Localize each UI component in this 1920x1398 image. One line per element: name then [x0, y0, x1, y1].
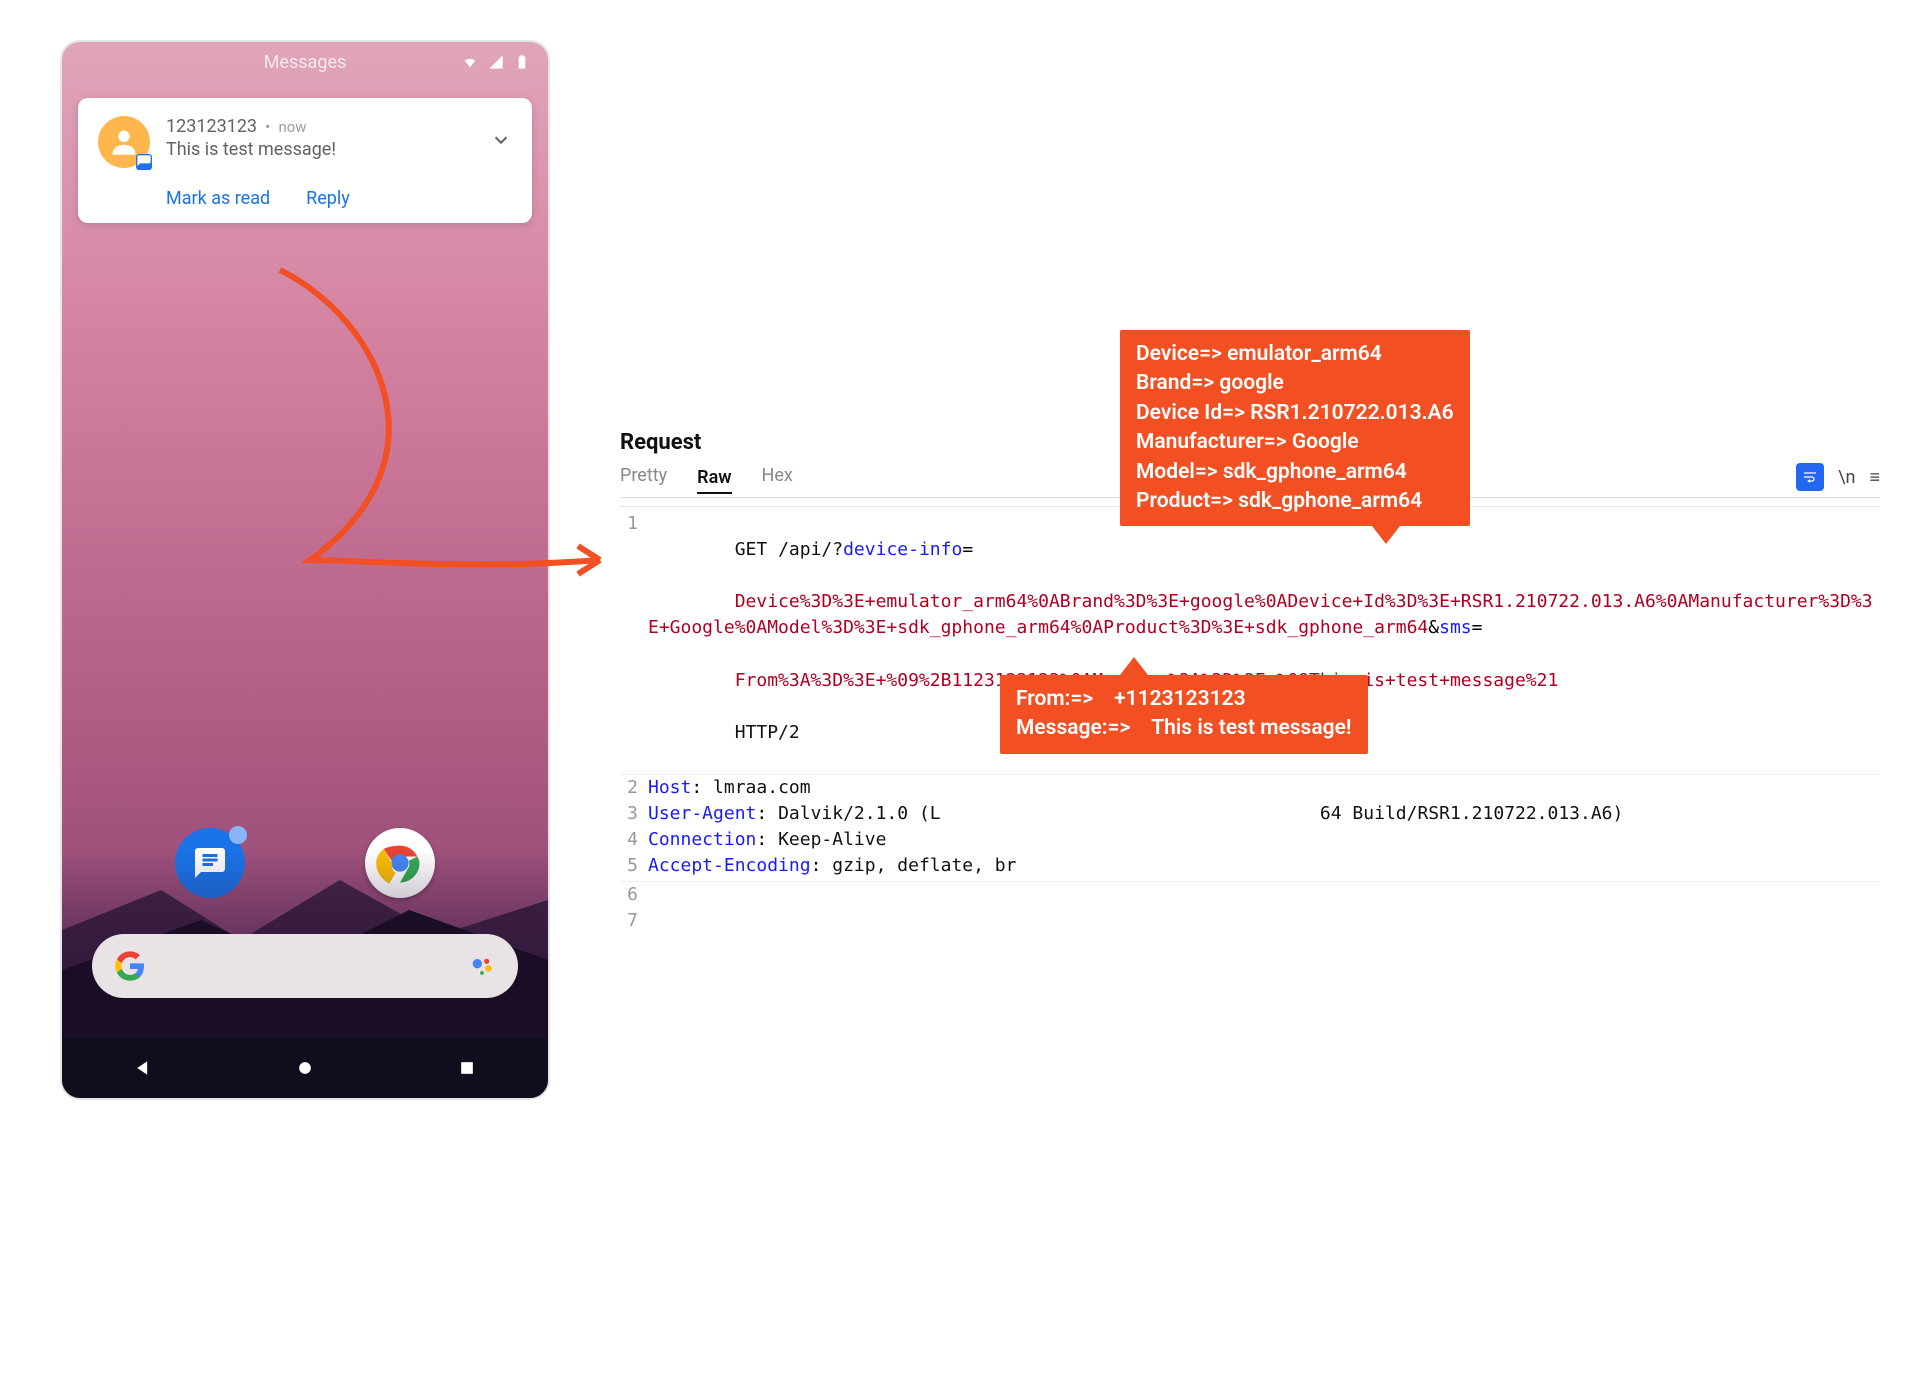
google-assistant-icon[interactable] [468, 952, 496, 980]
battery-icon [512, 54, 532, 70]
status-bar: Messages [62, 42, 548, 82]
google-search-bar[interactable] [92, 934, 518, 998]
avatar [98, 116, 150, 168]
sms-notification[interactable]: 123123123 • now This is test message! Ma… [78, 98, 532, 223]
chevron-down-icon[interactable] [482, 129, 512, 155]
device-info-callout: Device=> emulator_arm64 Brand=> google D… [1120, 330, 1470, 526]
nav-recents-icon[interactable] [457, 1058, 477, 1078]
line-number: 7 [620, 908, 648, 934]
nav-back-icon[interactable] [133, 1058, 153, 1078]
tab-hex[interactable]: Hex [762, 465, 793, 490]
line-number: 1 [620, 511, 648, 537]
newline-button[interactable]: \n [1838, 467, 1855, 488]
line-number: 3 [620, 801, 648, 827]
reply-button[interactable]: Reply [306, 188, 350, 209]
tab-pretty[interactable]: Pretty [620, 465, 667, 490]
notification-message: This is test message! [166, 139, 466, 160]
app-badge-icon [136, 154, 152, 170]
signal-icon [486, 54, 506, 70]
nav-home-icon[interactable] [295, 1058, 315, 1078]
hamburger-menu-icon[interactable]: ≡ [1869, 467, 1880, 488]
phone-mockup: Messages 123123123 • now This is test me… [60, 40, 550, 1100]
sms-callout: From:=> +1123123123 Message:=> This is t… [1000, 675, 1368, 754]
android-nav-bar [62, 1038, 548, 1098]
line-number: 6 [620, 882, 648, 908]
line-number: 5 [620, 853, 648, 879]
mark-as-read-button[interactable]: Mark as read [166, 188, 270, 209]
wifi-icon [460, 54, 480, 70]
device-info-value: Device%3D%3E+emulator_arm64%0ABrand%3D%3… [648, 591, 1873, 638]
wrap-toggle-button[interactable] [1796, 463, 1824, 491]
line-number: 2 [620, 775, 648, 801]
sender-number: 123123123 [166, 116, 257, 137]
tab-raw[interactable]: Raw [697, 467, 731, 494]
notification-dot-icon [229, 826, 247, 844]
http-protocol: HTTP/2 [735, 722, 800, 743]
notification-time: now [278, 118, 306, 136]
http-method: GET [735, 539, 768, 560]
google-logo-icon [114, 950, 146, 982]
line-number: 4 [620, 827, 648, 853]
